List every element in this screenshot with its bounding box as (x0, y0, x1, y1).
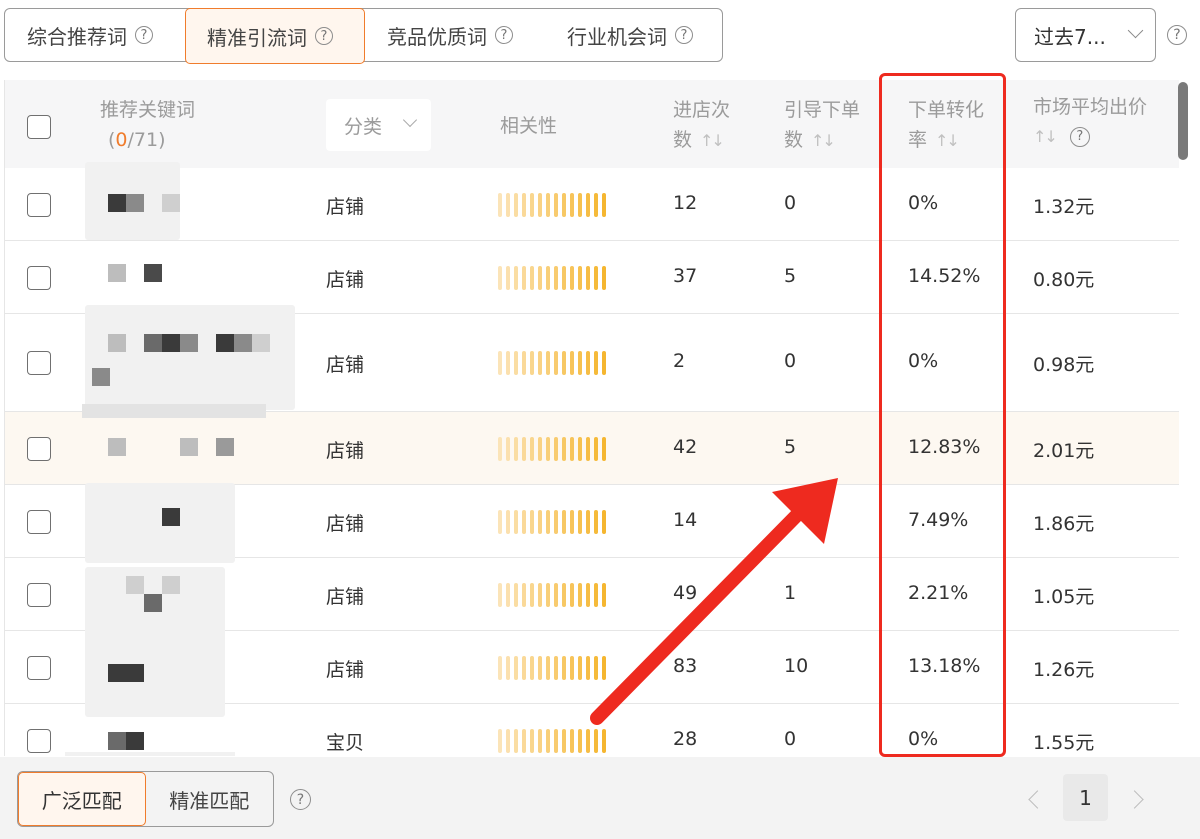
match-type-toggle: 广泛匹配 精准匹配 (17, 771, 274, 827)
broad-match-button[interactable]: 广泛匹配 (18, 772, 146, 826)
exact-match-button[interactable]: 精准匹配 (146, 772, 274, 826)
page-number-button[interactable]: 1 (1063, 774, 1108, 821)
arrow-shaft (590, 505, 807, 725)
next-page-icon[interactable] (1125, 790, 1144, 809)
help-icon[interactable]: ? (290, 789, 311, 810)
prev-page-icon[interactable] (1028, 790, 1047, 809)
arrow-annotation (590, 478, 838, 725)
table-footer: 广泛匹配 精准匹配 ? 1 (0, 757, 1200, 839)
